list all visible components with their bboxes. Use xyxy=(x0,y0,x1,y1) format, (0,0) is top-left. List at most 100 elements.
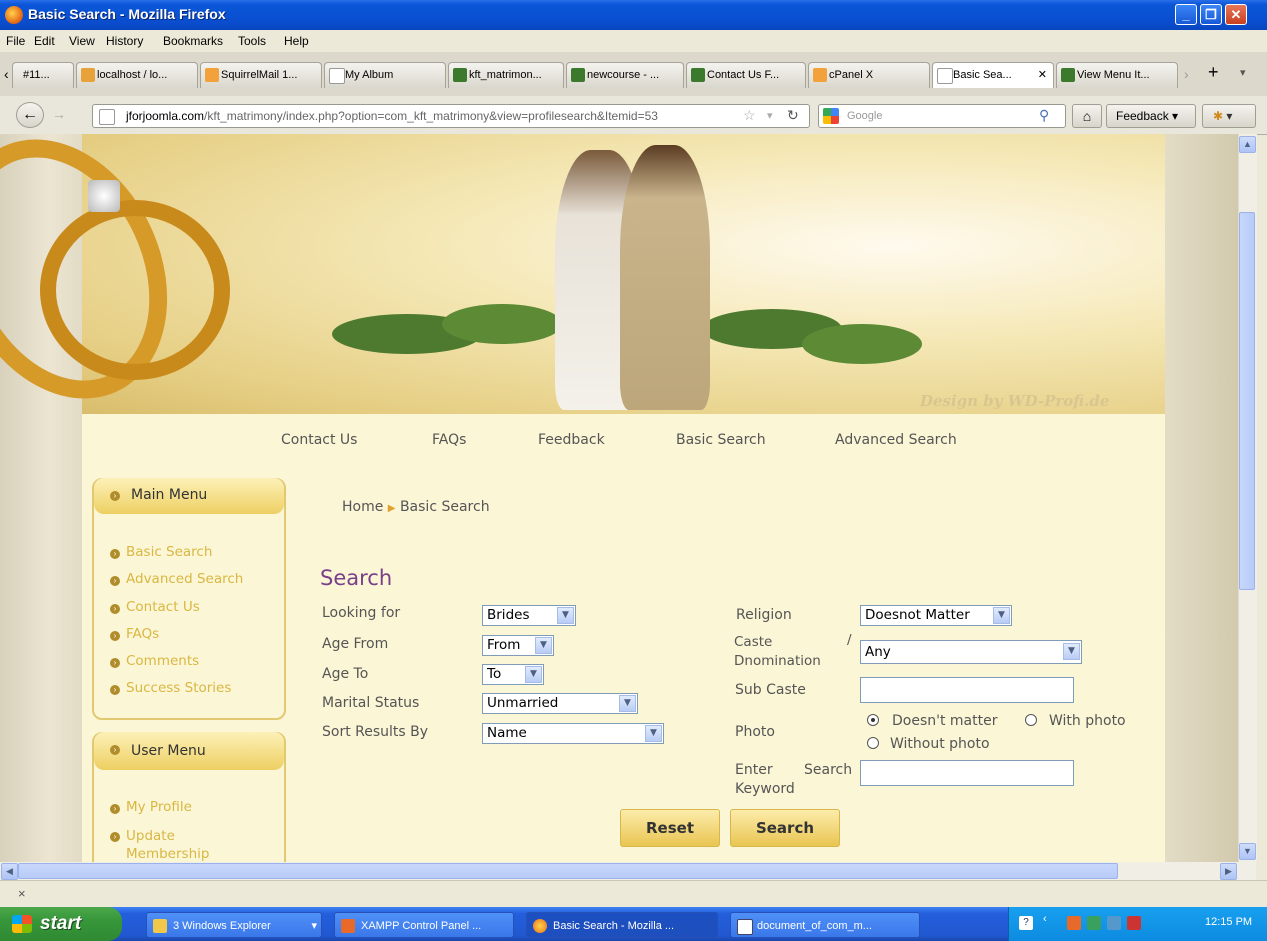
restore-button[interactable]: ❐ xyxy=(1200,4,1222,25)
reset-button[interactable]: Reset xyxy=(620,809,720,847)
url-text: jforjoomla.com/kft_matrimony/index.php?o… xyxy=(126,109,658,123)
antivirus-icon[interactable] xyxy=(1107,916,1121,930)
menu-view[interactable]: View xyxy=(69,34,95,48)
search-button[interactable]: Search xyxy=(730,809,840,847)
addon-button[interactable]: ✱ ▾ xyxy=(1202,104,1256,128)
search-heading: Search xyxy=(320,566,393,590)
back-icon[interactable]: ← xyxy=(16,102,44,128)
sub-caste-input[interactable] xyxy=(860,677,1074,703)
taskbar-item-xampp[interactable]: XAMPP Control Panel ... xyxy=(334,912,514,938)
tab-7[interactable]: Contact Us F... xyxy=(686,62,806,88)
joomla-icon xyxy=(571,68,585,82)
photo-doesnt-matter-radio[interactable] xyxy=(867,714,879,726)
looking-for-select[interactable]: Brides ▼ xyxy=(482,605,576,626)
user-menu-item-update-membership[interactable]: Update Membership xyxy=(126,827,226,863)
menu-file[interactable]: File xyxy=(6,34,25,48)
tab-8[interactable]: cPanel X xyxy=(808,62,930,88)
search-box[interactable]: Google ⚲ xyxy=(818,104,1066,128)
tray-arrow-icon[interactable]: ‹ xyxy=(1043,913,1047,925)
folder-icon xyxy=(153,919,167,933)
taskbar-item-document[interactable]: document_of_com_m... xyxy=(730,912,920,938)
marital-status-value: Unmarried xyxy=(487,695,559,711)
photo-with-photo-radio[interactable] xyxy=(1025,714,1037,726)
feedback-button[interactable]: Feedback ▾ xyxy=(1106,104,1196,128)
home-icon[interactable]: ⌂ xyxy=(1072,104,1102,128)
google-icon[interactable] xyxy=(823,108,839,124)
tab-9[interactable]: Basic Sea... ✕ xyxy=(932,62,1054,88)
menu-tools[interactable]: Tools xyxy=(238,34,266,48)
help-icon[interactable]: ? xyxy=(1019,916,1033,930)
caste-select[interactable]: Any ▼ xyxy=(860,640,1082,664)
age-to-select[interactable]: To ▼ xyxy=(482,664,544,685)
chevron-down-icon: ▼ xyxy=(1063,643,1080,660)
main-menu-item-success-stories[interactable]: Success Stories xyxy=(126,680,231,696)
site-identity-icon[interactable] xyxy=(99,109,115,125)
start-label: start xyxy=(40,913,82,934)
taskbar-item-firefox[interactable]: Basic Search - Mozilla ... xyxy=(526,912,718,938)
tab-1[interactable]: #11... xyxy=(12,62,74,88)
sort-by-select[interactable]: Name ▼ xyxy=(482,723,664,744)
scroll-right-icon[interactable]: ▶ xyxy=(1220,863,1237,880)
tab-scroll-right-icon[interactable]: › xyxy=(1184,66,1189,82)
keyword-input[interactable] xyxy=(860,760,1074,786)
tab-3[interactable]: SquirrelMail 1... xyxy=(200,62,322,88)
bullet-icon: › xyxy=(110,685,120,695)
toplink-faqs[interactable]: FAQs xyxy=(432,432,466,448)
scroll-up-icon[interactable]: ▲ xyxy=(1239,136,1256,153)
design-watermark: Design by WD-Profi.de xyxy=(920,392,1110,410)
feedback-label: Feedback xyxy=(1116,109,1169,123)
tab-label: SquirrelMail 1... xyxy=(221,69,298,81)
photo-doesnt-matter-label: Doesn't matter xyxy=(892,713,998,729)
taskbar-item-explorer[interactable]: 3 Windows Explorer ▾ xyxy=(146,912,322,938)
menu-history[interactable]: History xyxy=(106,34,143,48)
bookmark-star-icon[interactable]: ☆ xyxy=(743,107,756,124)
horizontal-scroll-thumb[interactable] xyxy=(18,863,1118,879)
scroll-left-icon[interactable]: ◀ xyxy=(1,863,18,880)
network-icon[interactable] xyxy=(1087,916,1101,930)
age-to-label: Age To xyxy=(322,666,369,682)
tab-scroll-left-icon[interactable]: ‹ xyxy=(4,66,9,82)
close-tab-icon[interactable]: ✕ xyxy=(1038,63,1047,87)
user-menu-item-my-profile[interactable]: My Profile xyxy=(126,799,192,815)
marital-status-select[interactable]: Unmarried ▼ xyxy=(482,693,638,714)
toplink-contact-us[interactable]: Contact Us xyxy=(281,432,357,448)
tab-5[interactable]: kft_matrimon... xyxy=(448,62,564,88)
vertical-scroll-thumb[interactable] xyxy=(1239,212,1255,590)
right-decoration xyxy=(1165,134,1238,862)
close-findbar-icon[interactable]: × xyxy=(18,886,26,901)
tab-list-icon[interactable]: ▾ xyxy=(1240,66,1246,79)
tab-10[interactable]: View Menu It... xyxy=(1056,62,1178,88)
toplink-feedback[interactable]: Feedback xyxy=(538,432,605,448)
main-menu-item-advanced-search[interactable]: Advanced Search xyxy=(126,571,243,587)
tab-2[interactable]: localhost / lo... xyxy=(76,62,198,88)
main-menu-item-contact-us[interactable]: Contact Us xyxy=(126,599,200,615)
menu-bookmarks[interactable]: Bookmarks xyxy=(163,34,223,48)
religion-select[interactable]: Doesnot Matter ▼ xyxy=(860,605,1012,626)
menu-edit[interactable]: Edit xyxy=(34,34,55,48)
xampp-tray-icon[interactable] xyxy=(1067,916,1081,930)
forward-icon[interactable]: → xyxy=(52,106,66,122)
close-button[interactable]: ✕ xyxy=(1225,4,1247,25)
main-menu-item-basic-search[interactable]: Basic Search xyxy=(126,544,212,560)
url-dropdown-icon[interactable]: ▾ xyxy=(767,109,773,122)
firefox-icon xyxy=(5,6,23,24)
menu-help[interactable]: Help xyxy=(284,34,309,48)
start-button[interactable]: start xyxy=(0,907,122,941)
update-icon[interactable] xyxy=(1127,916,1141,930)
main-menu-item-comments[interactable]: Comments xyxy=(126,653,199,669)
photo-without-photo-radio[interactable] xyxy=(867,737,879,749)
bullet-icon: › xyxy=(110,491,120,501)
tab-6[interactable]: newcourse - ... xyxy=(566,62,684,88)
toplink-basic-search[interactable]: Basic Search xyxy=(676,432,766,448)
tab-label: My Album xyxy=(345,69,394,81)
reload-icon[interactable]: ↻ xyxy=(787,107,799,124)
main-menu-item-faqs[interactable]: FAQs xyxy=(126,626,159,642)
scroll-down-icon[interactable]: ▼ xyxy=(1239,843,1256,860)
new-tab-icon[interactable]: + xyxy=(1208,62,1219,83)
minimize-button[interactable]: _ xyxy=(1175,4,1197,25)
tab-4[interactable]: My Album xyxy=(324,62,446,88)
age-from-select[interactable]: From ▼ xyxy=(482,635,554,656)
toplink-advanced-search[interactable]: Advanced Search xyxy=(835,432,957,448)
breadcrumb-home[interactable]: Home xyxy=(342,499,383,515)
search-icon[interactable]: ⚲ xyxy=(1039,107,1049,124)
